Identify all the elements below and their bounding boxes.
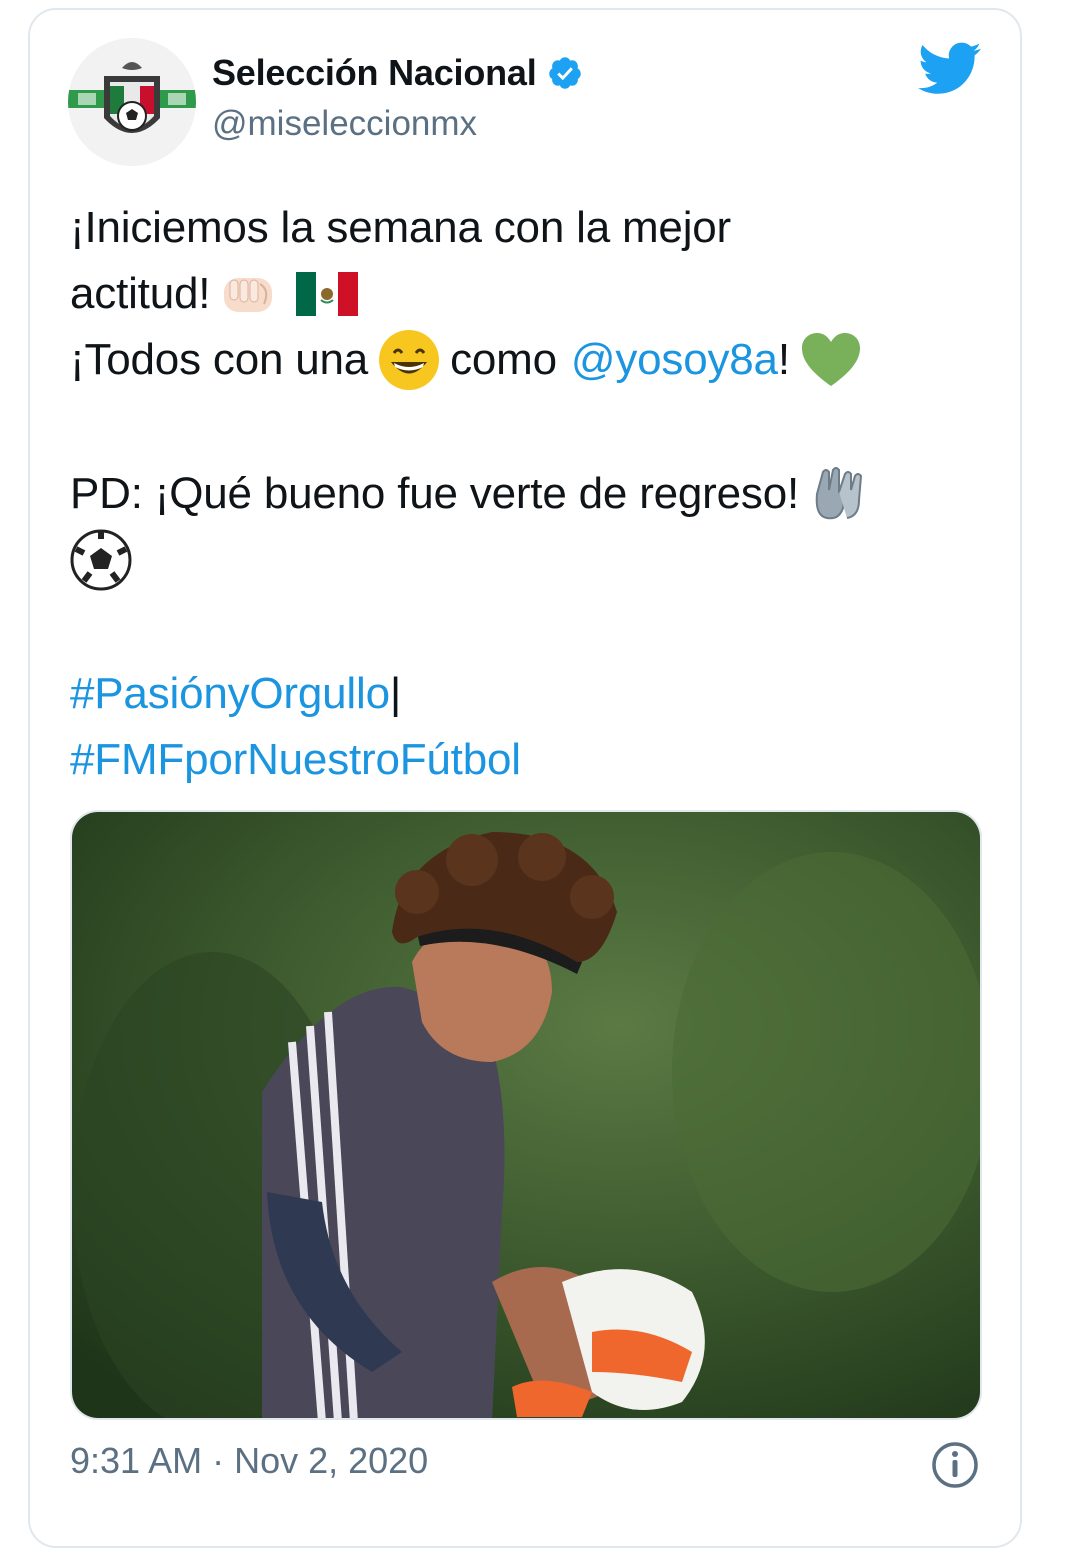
mention-link[interactable]: @yosoy8a	[571, 327, 778, 393]
verified-badge-icon	[548, 57, 581, 89]
tweet-line: ¡Iniciemos la semana con la mejor	[70, 195, 970, 261]
tweet-body: ¡Iniciemos la semana con la mejor actitu…	[70, 195, 970, 793]
tweet-text-segment: ¡Todos con una	[70, 335, 369, 384]
tweet-line: #FMFporNuestroFútbol	[70, 727, 970, 793]
avatar[interactable]	[68, 38, 196, 166]
tweet-photo[interactable]	[70, 810, 982, 1420]
tweet-line: ¡Todos con una como @yosoy8a!	[70, 327, 970, 393]
fmf-crest-icon	[68, 38, 196, 166]
twitter-bird-icon[interactable]	[918, 42, 982, 96]
tweet-line: actitud!	[70, 261, 970, 327]
tweet-text-segment: actitud!	[70, 269, 211, 318]
author-name-row[interactable]: Selección Nacional	[212, 52, 583, 94]
hashtag-link[interactable]: #PasiónyOrgullo	[70, 661, 390, 727]
tweet-text-segment: como	[450, 335, 557, 384]
author-handle[interactable]: @miseleccionmx	[212, 104, 477, 144]
green-heart-emoji	[801, 333, 860, 386]
grinning-face-emoji	[379, 330, 440, 390]
tweet-text-segment: !	[777, 335, 790, 384]
tweet-line: PD: ¡Qué bueno fue verte de regreso!	[70, 461, 970, 527]
tweet-text-segment: ¡Iniciemos la semana con la mejor	[70, 203, 732, 252]
oncoming-fist-emoji	[224, 278, 273, 312]
gloves-emoji	[815, 467, 863, 520]
tweet-text-segment: |	[389, 669, 402, 718]
info-icon[interactable]	[930, 1440, 980, 1490]
goalkeeper-photo	[72, 812, 980, 1418]
tweet-text-segment: PD: ¡Qué bueno fue verte de regreso!	[70, 469, 800, 518]
soccer-ball-emoji	[70, 529, 132, 591]
author-name[interactable]: Selección Nacional	[212, 52, 537, 94]
tweet-line: #PasiónyOrgullo |	[70, 661, 970, 727]
hashtag-link[interactable]: #FMFporNuestroFútbol	[70, 727, 521, 793]
tweet-line	[70, 527, 970, 593]
mexico-flag-emoji	[296, 272, 359, 316]
tweet-timestamp[interactable]: 9:31 AM · Nov 2, 2020	[70, 1440, 428, 1482]
